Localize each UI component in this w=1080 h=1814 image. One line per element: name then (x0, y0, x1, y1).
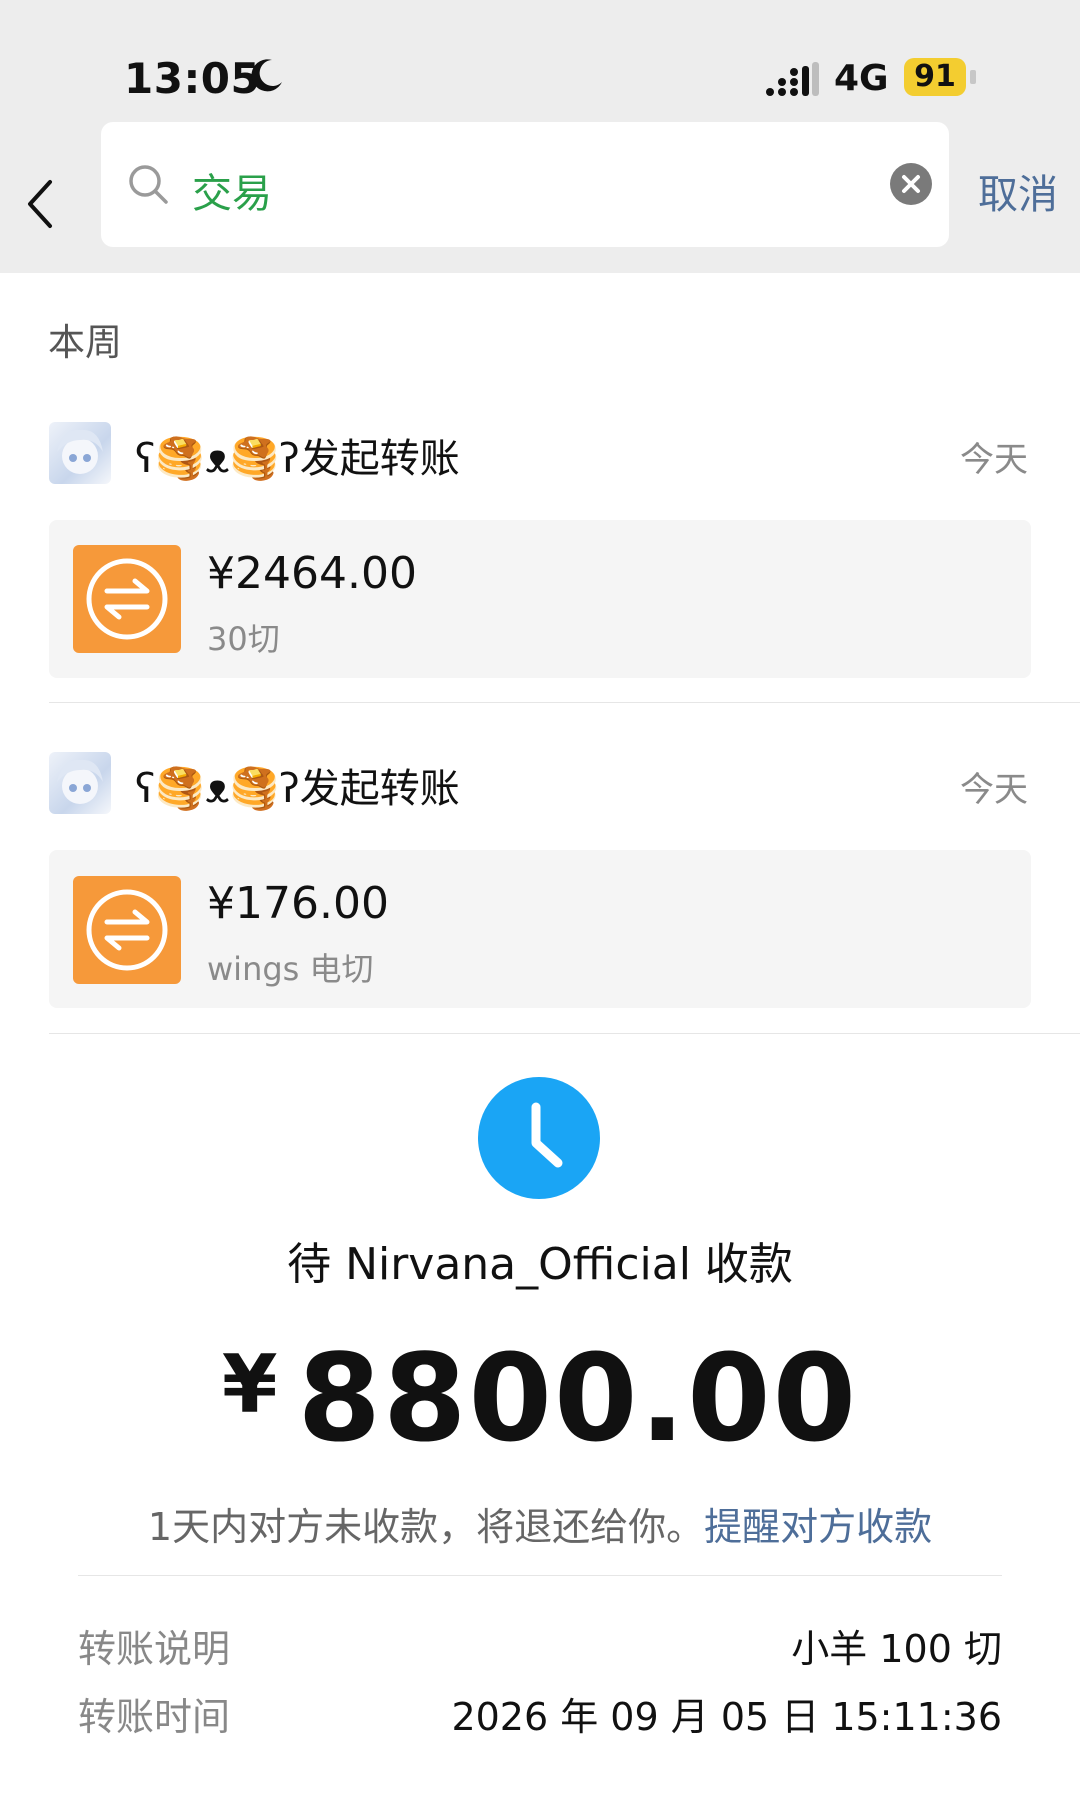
detail-value: 2026 年 09 月 05 日 15:11:36 (451, 1695, 1002, 1739)
detail-value: 小羊 100 切 (791, 1627, 1002, 1671)
transfer-arrows-icon (86, 889, 168, 971)
clear-search-button[interactable] (890, 163, 932, 205)
status-time: 13:05 (124, 54, 261, 103)
section-title: 本周 (48, 321, 122, 364)
cancel-button[interactable]: 取消 (978, 162, 1058, 220)
pending-status-text: 待 Nirvana_Official 收款 (287, 1239, 793, 1290)
back-button[interactable] (20, 176, 60, 232)
transaction-card[interactable] (49, 850, 1031, 1008)
refund-notice: 1天内对方未收款，将退还给你。提醒对方收款 (0, 1496, 1080, 1551)
currency-symbol: ¥ (221, 1338, 280, 1431)
detail-label: 转账说明 (78, 1627, 231, 1671)
divider (78, 1575, 1002, 1576)
amount-value: 8800.00 (297, 1330, 859, 1469)
transaction-note: wings 电切 (207, 950, 374, 988)
transaction-note: 30切 (207, 620, 280, 658)
sender-line: ʕ🥞ᴥ🥞ʔ发起转账 (135, 436, 460, 482)
transaction-amount: ¥2464.00 (207, 548, 417, 599)
avatar-image (57, 759, 103, 804)
network-type: 4G (834, 58, 889, 99)
battery-nub (970, 70, 976, 84)
clock-hands-icon (531, 1102, 563, 1168)
moon-icon (251, 59, 282, 92)
search-query[interactable]: 交易 (192, 161, 272, 219)
divider (49, 1033, 1080, 1034)
refund-text: 1天内对方未收款，将退还给你。 (147, 1505, 705, 1549)
pending-amount: ¥8800.00 (0, 1330, 1080, 1469)
transfer-icon (73, 545, 181, 653)
clock-icon (478, 1077, 600, 1199)
avatar-image (57, 429, 103, 474)
search-icon (129, 165, 168, 204)
battery-level: 91 (904, 58, 966, 96)
sender-line: ʕ🥞ᴥ🥞ʔ发起转账 (135, 766, 460, 812)
transfer-arrows-icon (86, 558, 168, 640)
divider (49, 702, 1080, 703)
avatar[interactable] (49, 422, 111, 484)
close-icon (902, 175, 920, 193)
signal-icon (766, 62, 819, 96)
transaction-date: 今天 (960, 440, 1028, 480)
avatar[interactable] (49, 752, 111, 814)
remind-payee-link[interactable]: 提醒对方收款 (704, 1505, 932, 1549)
detail-label: 转账时间 (78, 1695, 231, 1739)
transaction-amount: ¥176.00 (207, 878, 389, 929)
transaction-card[interactable] (49, 520, 1031, 678)
transaction-date: 今天 (960, 770, 1028, 810)
transfer-icon (73, 876, 181, 984)
